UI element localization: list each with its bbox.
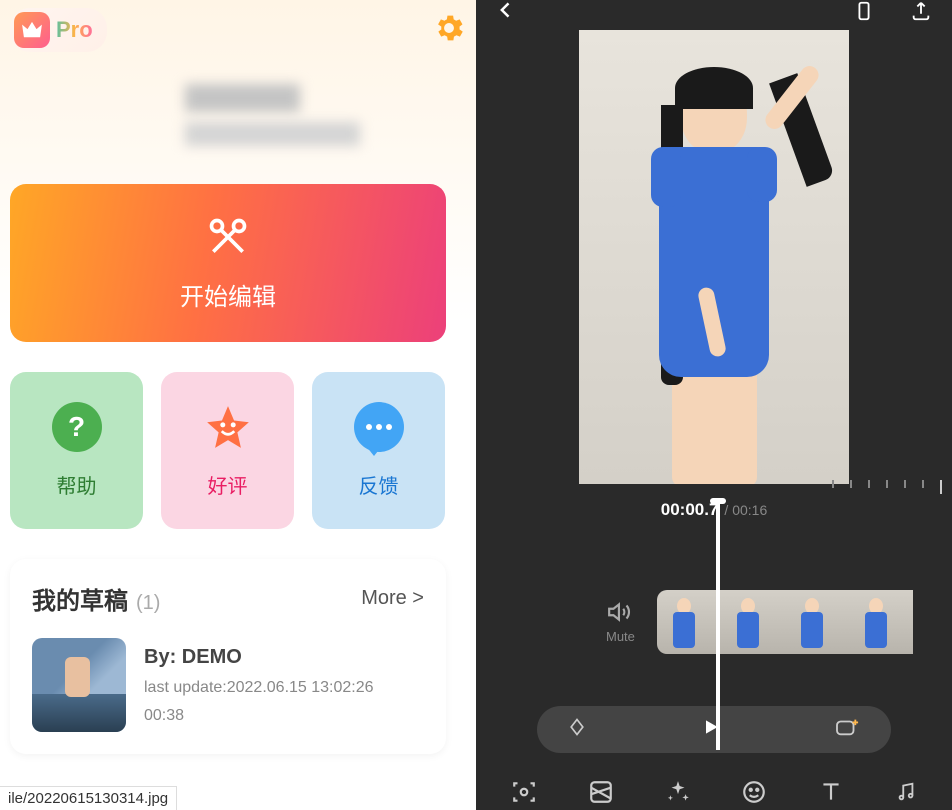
draft-item[interactable]: By: DEMO last update:2022.06.15 13:02:26… — [32, 638, 424, 732]
home-header: Pro — [10, 6, 466, 54]
help-label: 帮助 — [57, 470, 97, 499]
export-button[interactable] — [910, 0, 932, 27]
drafts-more-link[interactable]: More > — [361, 587, 424, 610]
action-row: ? 帮助 好评 反馈 — [10, 372, 466, 529]
playback-controls — [537, 706, 891, 753]
text-tool[interactable] — [818, 779, 844, 810]
help-button[interactable]: ? 帮助 — [10, 372, 143, 529]
chat-icon — [354, 402, 404, 452]
clip-frame — [657, 590, 721, 654]
help-icon: ? — [52, 402, 102, 452]
draft-thumbnail — [32, 638, 126, 732]
star-icon — [203, 402, 253, 452]
draft-info: By: DEMO last update:2022.06.15 13:02:26… — [144, 646, 374, 725]
editor-header — [476, 0, 952, 30]
drafts-count: (1) — [136, 592, 160, 615]
start-edit-label: 开始编辑 — [180, 277, 276, 312]
rate-label: 好评 — [208, 470, 248, 499]
clip-strip[interactable] — [657, 590, 913, 654]
drafts-title: 我的草稿 — [32, 581, 128, 616]
feedback-label: 反馈 — [359, 470, 399, 499]
draft-duration: 00:38 — [144, 707, 374, 725]
drafts-section: 我的草稿 (1) More > By: DEMO last update:202… — [10, 559, 446, 754]
scan-tool[interactable] — [511, 779, 537, 810]
settings-button[interactable] — [432, 11, 466, 50]
draft-author: By: DEMO — [144, 646, 374, 669]
crown-icon — [14, 12, 50, 48]
scissors-icon — [206, 215, 250, 259]
rate-button[interactable]: 好评 — [161, 372, 294, 529]
draft-update-time: last update:2022.06.15 13:02:26 — [144, 679, 374, 697]
playhead[interactable] — [716, 500, 720, 750]
user-info-blurred — [185, 84, 466, 146]
add-clip-button[interactable] — [835, 716, 861, 743]
timeline-track: Mute — [476, 590, 952, 654]
pro-badge[interactable]: Pro — [10, 8, 107, 52]
speaker-icon — [607, 599, 633, 625]
pro-label: Pro — [56, 17, 93, 43]
keyframe-button[interactable] — [567, 717, 587, 742]
timeline-ruler — [832, 480, 952, 494]
home-screen: Pro 开始编辑 ? 帮助 好评 反馈 — [0, 0, 476, 810]
start-edit-button[interactable]: 开始编辑 — [10, 184, 446, 342]
pattern-tool[interactable] — [588, 779, 614, 810]
video-preview[interactable] — [579, 30, 849, 484]
video-editor: 00:00.7 / 00:16 Mute — [476, 0, 952, 810]
clip-frame — [721, 590, 785, 654]
back-button[interactable] — [496, 0, 516, 25]
mute-button[interactable]: Mute — [606, 599, 635, 644]
drafts-header: 我的草稿 (1) More > — [32, 581, 424, 616]
filepath-tooltip: ile/20220615130314.jpg — [0, 786, 177, 810]
clip-frame — [849, 590, 913, 654]
feedback-button[interactable]: 反馈 — [312, 372, 445, 529]
music-tool[interactable] — [895, 779, 917, 810]
mute-label: Mute — [606, 629, 635, 644]
clip-frame — [785, 590, 849, 654]
effects-tool[interactable] — [665, 779, 691, 810]
time-total: / 00:16 — [724, 502, 767, 518]
aspect-ratio-button[interactable] — [853, 0, 875, 27]
sticker-tool[interactable] — [741, 779, 767, 810]
toolbar — [476, 763, 952, 810]
